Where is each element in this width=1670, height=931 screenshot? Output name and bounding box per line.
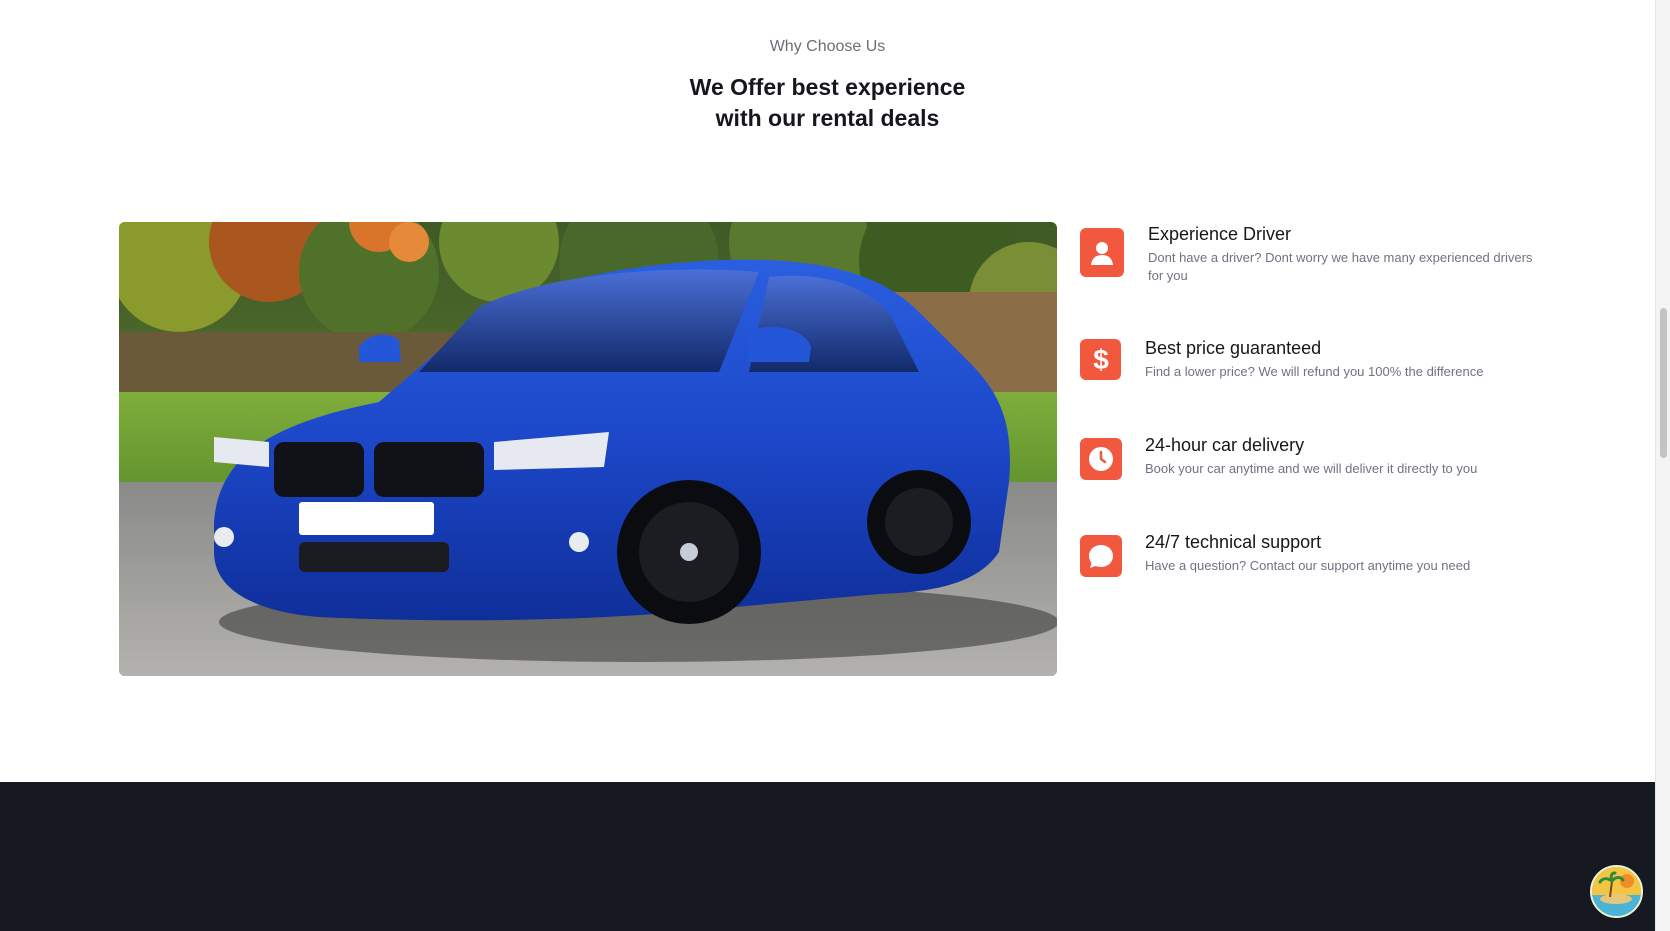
feature-description: Find a lower price? We will refund you 1… [1145, 364, 1484, 379]
section-headline: We Offer best experience with our rental… [0, 72, 1655, 134]
footer-section [0, 782, 1655, 931]
driver-icon [1080, 228, 1124, 277]
clock-icon [1080, 438, 1122, 480]
island-badge-icon[interactable] [1590, 865, 1643, 918]
feature-title: Experience Driver [1148, 224, 1292, 244]
svg-text:$: $ [1093, 345, 1109, 375]
page-scrollbar[interactable] [1655, 0, 1670, 931]
dollar-icon: $ [1080, 339, 1121, 380]
feature-title: Best price guaranteed [1145, 338, 1322, 358]
section-eyebrow: Why Choose Us [769, 38, 886, 55]
feature-title: 24-hour car delivery [1145, 435, 1305, 455]
feature-description: Have a question? Contact our support any… [1145, 558, 1471, 573]
feature-description: Book your car anytime and we will delive… [1145, 461, 1478, 476]
headline-line-2: with our rental deals [715, 105, 940, 131]
headline-line-1: We Offer best experience [689, 74, 966, 100]
chat-icon [1080, 535, 1122, 577]
page: Why Choose Us We Offer best experience w… [0, 0, 1670, 931]
scrollbar-thumb[interactable] [1660, 308, 1667, 458]
car-photo [119, 222, 1057, 676]
feature-title: 24/7 technical support [1145, 532, 1322, 552]
feature-description: Dont have a driver? Dont worry we have m… [1148, 250, 1533, 283]
